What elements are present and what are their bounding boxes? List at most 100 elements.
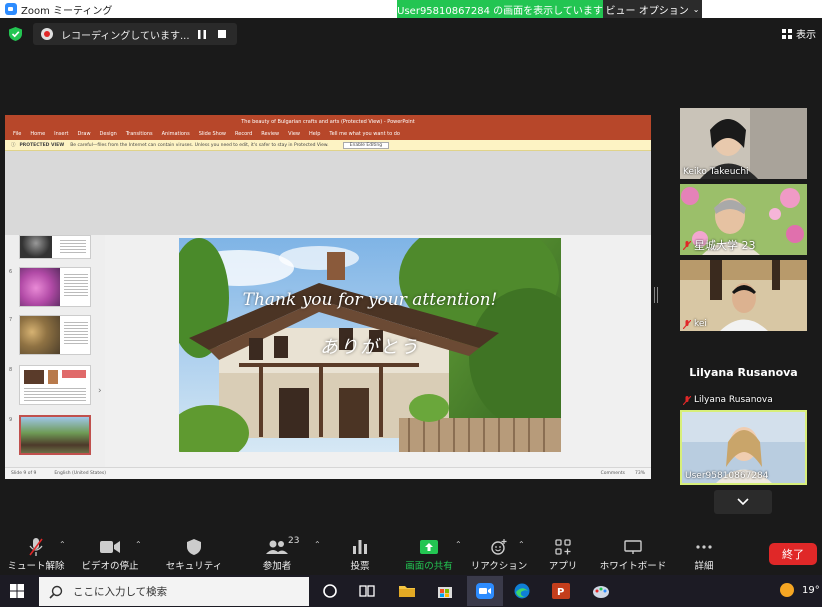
pause-icon bbox=[198, 29, 206, 39]
info-icon: ⓘ bbox=[11, 143, 16, 148]
slide-counter: Slide 9 of 9 bbox=[11, 471, 37, 476]
participant-name: kei bbox=[683, 319, 707, 329]
thumbnail-row: 7 bbox=[5, 315, 97, 355]
weather-icon[interactable] bbox=[780, 583, 794, 597]
ppt-title-bar: The beauty of Bulgarian crafts and arts … bbox=[5, 115, 651, 128]
slide-thumbnails: 6 7 8 9 bbox=[5, 235, 105, 467]
ribbon-tab: Help bbox=[309, 131, 321, 137]
ribbon-tell-me: Tell me what you want to do bbox=[329, 131, 400, 137]
chevron-up-icon[interactable]: ⌃ bbox=[59, 540, 66, 549]
view-options-label: ビュー オプション bbox=[605, 5, 689, 17]
participant-name: User95810867284 bbox=[685, 471, 769, 481]
enable-editing-button: Enable Editing bbox=[342, 141, 390, 149]
whiteboard-icon bbox=[624, 540, 642, 554]
taskbar-search-box[interactable]: ここに入力して検索 bbox=[39, 577, 309, 606]
chevron-up-icon[interactable]: ⌃ bbox=[135, 540, 142, 549]
reactions-label: リアクション bbox=[470, 561, 528, 572]
splitter-handle[interactable] bbox=[654, 287, 658, 303]
apps-button[interactable]: アプリ bbox=[543, 530, 583, 575]
participants-icon bbox=[266, 540, 288, 554]
unmute-label: ミュート解除 bbox=[7, 561, 65, 572]
share-screen-button[interactable]: 画面の共有 bbox=[400, 530, 458, 575]
sharing-banner: User95810867284 の画面を表示しています bbox=[397, 0, 603, 18]
polls-label: 投票 bbox=[350, 561, 370, 572]
whiteboard-label: ホワイトボード bbox=[599, 561, 667, 572]
shield-check-icon[interactable] bbox=[9, 27, 22, 41]
pause-recording-button[interactable] bbox=[197, 29, 207, 39]
apps-label: アプリ bbox=[548, 561, 578, 572]
mic-muted-icon bbox=[683, 395, 691, 405]
protected-view-bar: ⓘ PROTECTED VIEW Be careful—files from t… bbox=[5, 140, 651, 151]
language-status: English (United States) bbox=[54, 471, 107, 476]
paint-app-icon[interactable] bbox=[592, 583, 610, 599]
protected-label: PROTECTED VIEW bbox=[19, 142, 65, 148]
emoji-icon bbox=[491, 539, 507, 555]
stop-icon bbox=[218, 30, 226, 38]
thumbnail-number: 6 bbox=[9, 269, 13, 275]
apps-icon bbox=[555, 539, 571, 555]
comments-button: Comments bbox=[600, 471, 625, 476]
scroll-participants-button[interactable] bbox=[714, 490, 772, 514]
reactions-button[interactable]: リアクション bbox=[471, 530, 527, 575]
store-icon[interactable] bbox=[436, 583, 454, 599]
app-title: Zoom ミーティング bbox=[21, 5, 113, 17]
participants-label: 参加者 bbox=[262, 561, 292, 572]
view-options-button[interactable]: ビュー オプション ⌄ bbox=[603, 0, 702, 18]
participant-tile-active[interactable]: User95810867284 bbox=[680, 410, 807, 485]
ppt-blank-area bbox=[5, 151, 651, 235]
participant-tile[interactable]: 星城大学 23 bbox=[680, 184, 807, 255]
stop-recording-button[interactable] bbox=[217, 29, 227, 39]
stop-video-button[interactable]: ビデオの停止 bbox=[80, 530, 140, 575]
chevron-up-icon[interactable]: ⌃ bbox=[518, 540, 525, 549]
security-button[interactable]: セキュリティ bbox=[165, 530, 223, 575]
whiteboard-button[interactable]: ホワイトボード bbox=[600, 530, 666, 575]
participant-name: Lilyana Rusanova bbox=[683, 395, 773, 405]
end-meeting-button[interactable]: 終了 bbox=[769, 543, 817, 565]
stop-video-label: ビデオの停止 bbox=[81, 561, 139, 572]
security-label: セキュリティ bbox=[165, 561, 223, 572]
participant-display-name: Lilyana Rusanova bbox=[689, 366, 798, 379]
zoom-app-icon[interactable] bbox=[476, 583, 494, 599]
participant-tile[interactable]: Keiko Takeuchi bbox=[680, 108, 807, 179]
svg-text:P: P bbox=[557, 587, 564, 598]
ppt-ribbon: File Home Insert Draw Design Transitions… bbox=[5, 128, 651, 140]
ribbon-tab: Home bbox=[30, 131, 46, 137]
share-screen-label: 画面の共有 bbox=[405, 561, 453, 572]
ribbon-tab: Insert bbox=[54, 131, 69, 137]
thumbnail-number: 8 bbox=[9, 367, 13, 373]
slide-thanks-text: Thank you for your attention! bbox=[242, 290, 498, 310]
chevron-up-icon[interactable]: ⌃ bbox=[314, 540, 321, 549]
unmute-button[interactable]: ミュート解除 bbox=[7, 530, 65, 575]
ribbon-tab: Review bbox=[261, 131, 280, 137]
polls-button[interactable]: 投票 bbox=[340, 530, 380, 575]
file-explorer-icon[interactable] bbox=[398, 583, 416, 599]
bar-chart-icon bbox=[353, 540, 367, 554]
ribbon-tab: Animations bbox=[161, 131, 190, 137]
participant-tile[interactable]: kei bbox=[680, 260, 807, 331]
slide-thumbnail-selected bbox=[19, 415, 91, 455]
share-screen-icon bbox=[420, 540, 438, 554]
task-view-icon[interactable] bbox=[358, 583, 376, 599]
slide-thumbnail bbox=[19, 315, 91, 355]
zoom-window: Zoom ミーティング User95810867284 の画面を表示しています … bbox=[0, 0, 822, 607]
windows-start-icon[interactable] bbox=[10, 584, 24, 598]
chevron-right-icon: › bbox=[98, 386, 102, 396]
cortana-icon[interactable] bbox=[321, 583, 339, 599]
thumbnail-number: 7 bbox=[9, 317, 13, 323]
ribbon-tab: Record bbox=[235, 131, 253, 137]
thumbnail-row: 8 bbox=[5, 365, 97, 405]
edge-browser-icon[interactable] bbox=[513, 583, 531, 599]
zoom-level: 73% bbox=[634, 471, 645, 476]
chevron-up-icon[interactable]: ⌃ bbox=[455, 540, 462, 549]
zoom-logo-icon bbox=[5, 3, 17, 15]
slide-thumbnail bbox=[19, 365, 91, 405]
participant-tile[interactable]: Lilyana Rusanova Lilyana Rusanova bbox=[680, 336, 807, 407]
ribbon-tab: Slide Show bbox=[198, 131, 227, 137]
mic-muted-icon bbox=[683, 319, 691, 329]
slide-arigatou-text: ありがとう bbox=[320, 337, 420, 358]
powerpoint-icon[interactable]: P bbox=[552, 583, 570, 599]
record-icon bbox=[41, 28, 53, 40]
view-toggle-button[interactable]: 表示 bbox=[782, 26, 816, 41]
more-button[interactable]: 詳細 bbox=[686, 530, 722, 575]
mic-muted-icon bbox=[29, 538, 43, 556]
